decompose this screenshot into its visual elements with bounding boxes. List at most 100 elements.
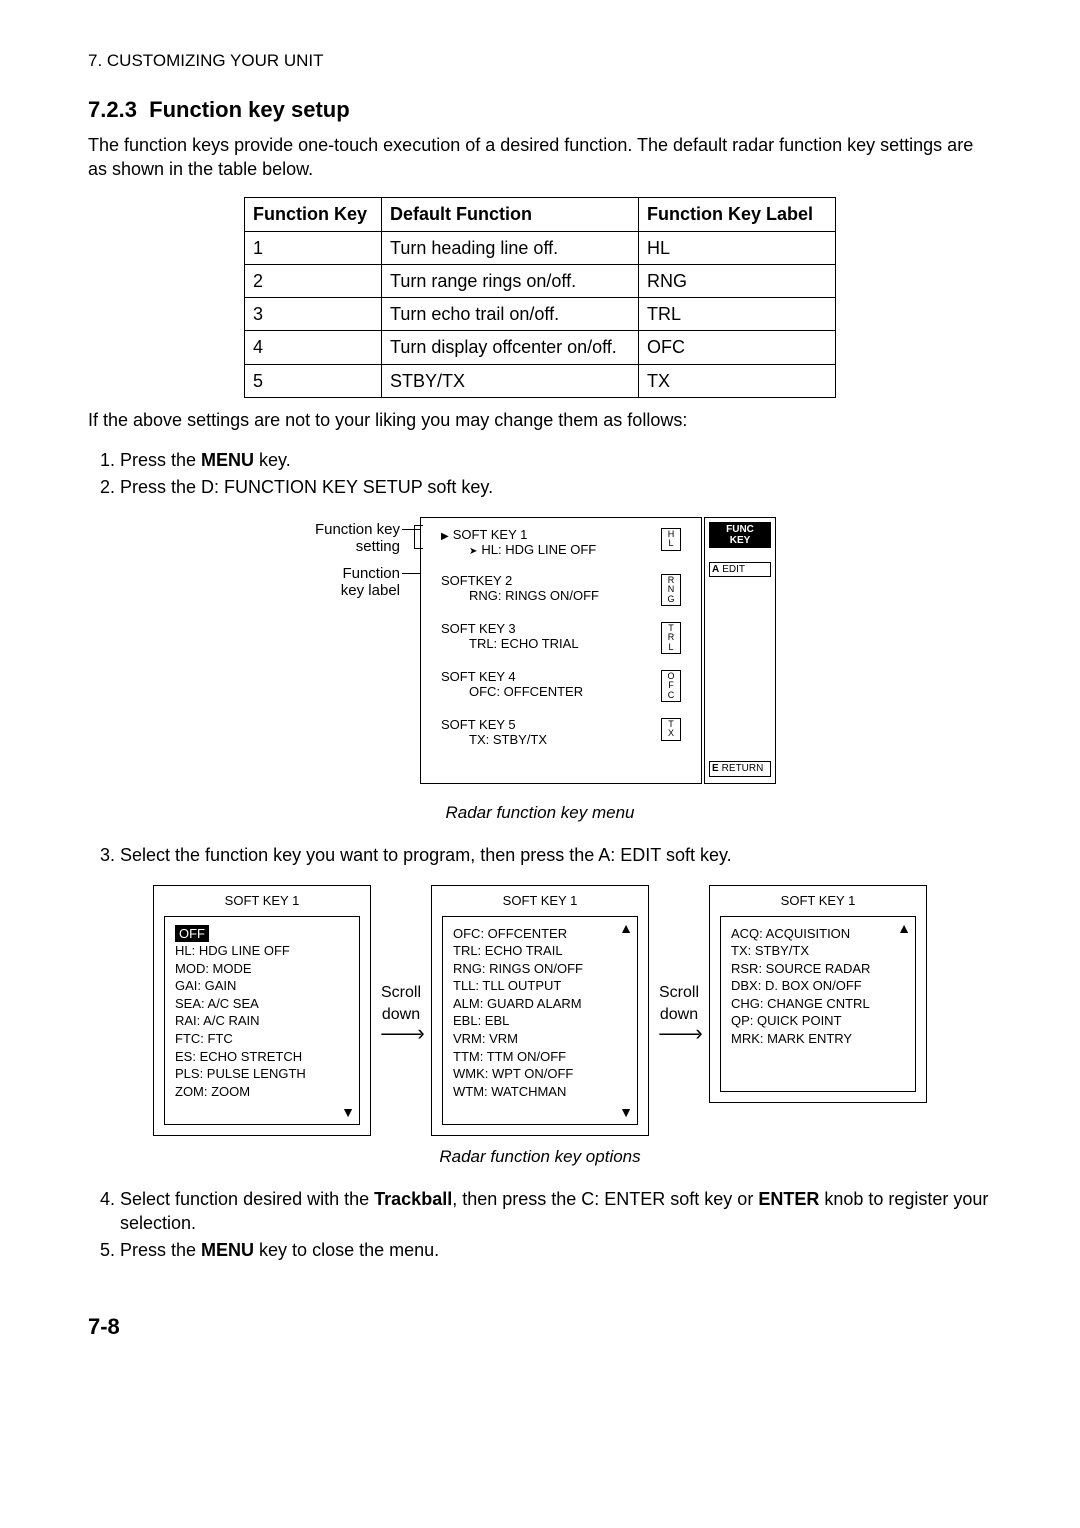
page-number: 7-8 [88,1312,992,1342]
section-heading: 7.2.3 Function key setup [88,95,992,125]
softkey-1-title: SOFT KEY 1 [441,528,596,543]
option: TTM: TTM ON/OFF [453,1048,627,1066]
option: RAI: A/C RAIN [175,1012,349,1030]
cell: Turn heading line off. [382,231,639,264]
panel3-title: SOFT KEY 1 [710,886,926,916]
scroll-down-icon: ▼ [341,1103,355,1122]
figure-radar-function-key-menu: Function key setting Function key label … [280,517,800,792]
badge-hl: H L [661,528,681,551]
side-edit-button[interactable]: A EDIT [709,562,771,578]
option: WMK: WPT ON/OFF [453,1065,627,1083]
badge-rng: R N G [661,574,681,606]
step-5: Press the MENU key to close the menu. [120,1238,992,1262]
scroll-up-icon: ▲ [619,919,633,938]
softkey-5-title: SOFT KEY 5 [441,718,547,733]
scroll-up-icon: ▲ [897,919,911,938]
option: MOD: MODE [175,960,349,978]
option: RSR: SOURCE RADAR [731,960,905,978]
cell: 4 [245,331,382,364]
table-row: 2Turn range rings on/off.RNG [245,264,836,297]
option: TLL: TLL OUTPUT [453,977,627,995]
steps-list-cont2: Select function desired with the Trackba… [88,1187,992,1262]
side-edit-letter: A [712,564,719,576]
option: OFC: OFFCENTER [453,925,627,943]
panel1-title: SOFT KEY 1 [154,886,370,916]
badge-ofc: O F C [661,670,681,702]
cell: HL [639,231,836,264]
badge-trl: T R L [661,622,681,654]
panel2-title: SOFT KEY 1 [432,886,648,916]
cell: RNG [639,264,836,297]
cell: Turn display offcenter on/off. [382,331,639,364]
table-row: 3Turn echo trail on/off.TRL [245,298,836,331]
th-function-key-label: Function Key Label [639,198,836,231]
cell: Turn echo trail on/off. [382,298,639,331]
cell: 2 [245,264,382,297]
option: ACQ: ACQUISITION [731,925,905,943]
step-4: Select function desired with the Trackba… [120,1187,992,1236]
softkey-5-sub: TX: STBY/TX [441,733,547,748]
option: PLS: PULSE LENGTH [175,1065,349,1083]
figure-radar-function-key-options: SOFT KEY 1 OFF HL: HDG LINE OFF MOD: MOD… [88,885,992,1136]
option: FTC: FTC [175,1030,349,1048]
function-key-table: Function Key Default Function Function K… [244,197,836,398]
option: TRL: ECHO TRAIL [453,942,627,960]
softkey-4-title: SOFT KEY 4 [441,670,583,685]
option: RNG: RINGS ON/OFF [453,960,627,978]
steps-list-cont: Select the function key you want to prog… [88,843,992,867]
cell: TRL [639,298,836,331]
cell: OFC [639,331,836,364]
scroll-down-label-2: Scroll down ——› [649,982,709,1038]
option: MRK: MARK ENTRY [731,1030,905,1048]
after-table-paragraph: If the above settings are not to your li… [88,408,992,432]
chapter-header: 7. CUSTOMIZING YOUR UNIT [88,50,992,73]
th-function-key: Function Key [245,198,382,231]
th-default-function: Default Function [382,198,639,231]
section-title: Function key setup [149,97,349,122]
option: ES: ECHO STRETCH [175,1048,349,1066]
step-3: Select the function key you want to prog… [120,843,992,867]
cell: STBY/TX [382,364,639,397]
option-selected: OFF [175,925,209,943]
option: QP: QUICK POINT [731,1012,905,1030]
softkey-3-sub: TRL: ECHO TRIAL [441,637,579,652]
figure1-caption: Radar function key menu [88,802,992,825]
options-panel-2: SOFT KEY 1 ▲ OFC: OFFCENTER TRL: ECHO TR… [431,885,649,1136]
scroll-down-label-1: Scroll down ——› [371,982,431,1038]
softkey-1-sub: HL: HDG LINE OFF [441,543,596,558]
side-return-button[interactable]: E RETURN [709,761,771,777]
steps-list: Press the MENU key. Press the D: FUNCTIO… [88,448,992,499]
callout-function-key-label: Function key label [270,565,400,600]
option: VRM: VRM [453,1030,627,1048]
side-edit-label: EDIT [722,564,745,576]
menu-screen: SOFT KEY 1 HL: HDG LINE OFF H L SOFTKEY … [420,517,702,784]
cell: Turn range rings on/off. [382,264,639,297]
option: HL: HDG LINE OFF [175,942,349,960]
option: TX: STBY/TX [731,942,905,960]
side-func-key: FUNC KEY [709,522,771,548]
cell: 5 [245,364,382,397]
option: SEA: A/C SEA [175,995,349,1013]
table-row: 5STBY/TXTX [245,364,836,397]
option: DBX: D. BOX ON/OFF [731,977,905,995]
side-return-letter: E [712,763,719,775]
step-2: Press the D: FUNCTION KEY SETUP soft key… [120,475,992,499]
softkey-2-title: SOFTKEY 2 [441,574,599,589]
table-row: 4Turn display offcenter on/off.OFC [245,331,836,364]
figure2-caption: Radar function key options [88,1146,992,1169]
side-return-label: RETURN [722,763,764,775]
softkey-4-sub: OFC: OFFCENTER [441,685,583,700]
option: WTM: WATCHMAN [453,1083,627,1101]
callout-function-key-setting: Function key setting [270,521,400,556]
option: CHG: CHANGE CNTRL [731,995,905,1013]
option: EBL: EBL [453,1012,627,1030]
options-panel-1: SOFT KEY 1 OFF HL: HDG LINE OFF MOD: MOD… [153,885,371,1136]
softkey-2-sub: RNG: RINGS ON/OFF [441,589,599,604]
step-1: Press the MENU key. [120,448,992,472]
option: ZOM: ZOOM [175,1083,349,1101]
cell: TX [639,364,836,397]
intro-paragraph: The function keys provide one-touch exec… [88,133,992,182]
section-number: 7.2.3 [88,97,137,122]
table-row: 1Turn heading line off.HL [245,231,836,264]
cell: 1 [245,231,382,264]
